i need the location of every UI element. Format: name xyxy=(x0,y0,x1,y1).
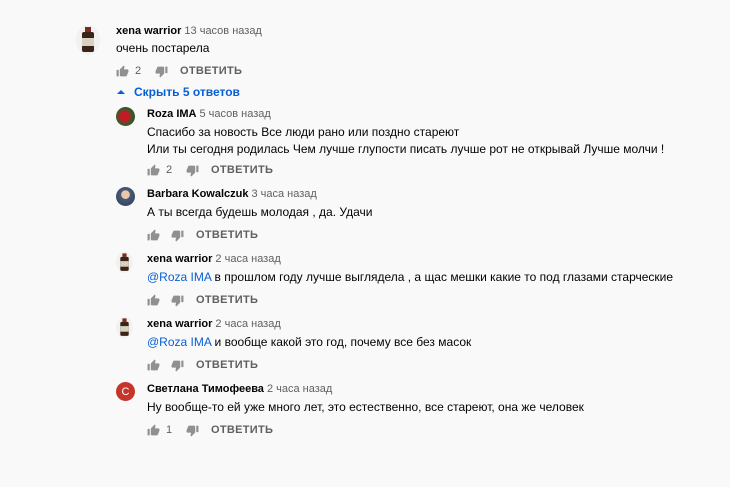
comment-text: @Roza IMA и вообще какой это год, почему… xyxy=(147,334,471,351)
comment-text: очень постарела xyxy=(116,40,209,57)
comment-actions: 2 ОТВЕТИТЬ xyxy=(147,162,273,178)
comment-time[interactable]: 13 часов назад xyxy=(184,25,261,37)
comment-header: xena warrior 13 часов назад xyxy=(116,25,262,37)
hide-replies-label: Скрыть 5 ответов xyxy=(134,85,240,99)
comment-line: Или ты сегодня родилась Чем лучше глупос… xyxy=(147,142,665,156)
thumbs-up-icon[interactable] xyxy=(116,65,129,78)
thumbs-up-icon[interactable] xyxy=(147,294,160,307)
reply-button[interactable]: ОТВЕТИТЬ xyxy=(211,424,273,436)
comment-author[interactable]: Barbara Kowalczuk xyxy=(147,188,248,200)
thumbs-up-icon[interactable] xyxy=(147,164,160,177)
comment-actions: 2 ОТВЕТИТЬ xyxy=(116,63,242,79)
letter-avatar[interactable]: С xyxy=(116,382,135,401)
caret-up-icon xyxy=(117,90,125,94)
like-count: 1 xyxy=(166,424,173,436)
thumbs-up-icon[interactable] xyxy=(147,229,160,242)
bottle-avatar[interactable] xyxy=(116,252,133,273)
thumbs-down-icon[interactable] xyxy=(186,424,199,437)
comment-actions: ОТВЕТИТЬ xyxy=(147,227,258,243)
comment-line: Спасибо за новость Все люди рано или поз… xyxy=(147,125,460,139)
hide-replies-toggle[interactable]: Скрыть 5 ответов xyxy=(116,85,240,99)
comment-header: Barbara Kowalczuk 3 часа назад xyxy=(147,188,317,200)
mention-link[interactable]: @Roza IMA xyxy=(147,270,211,284)
comment-time[interactable]: 2 часа назад xyxy=(215,253,280,265)
comment-header: xena warrior 2 часа назад xyxy=(147,318,281,330)
like-count: 2 xyxy=(166,164,173,176)
comment-actions: 1 ОТВЕТИТЬ xyxy=(147,422,273,438)
avatar-letter: С xyxy=(121,385,130,398)
comment-actions: ОТВЕТИТЬ xyxy=(147,357,258,373)
thumbs-down-icon[interactable] xyxy=(171,359,184,372)
comment-author[interactable]: xena warrior xyxy=(147,318,212,330)
bottle-icon xyxy=(120,318,129,336)
mention-link[interactable]: @Roza IMA xyxy=(147,335,211,349)
comment-line: Ну вообще-то ей уже много лет, это естес… xyxy=(147,400,584,414)
comment-text: Спасибо за новость Все люди рано или поз… xyxy=(147,124,664,158)
comment-author[interactable]: xena warrior xyxy=(116,25,181,37)
comment-time[interactable]: 3 часа назад xyxy=(251,188,316,200)
comment-time[interactable]: 2 часа назад xyxy=(215,318,280,330)
comment-time[interactable]: 5 часов назад xyxy=(200,108,271,120)
reply-button[interactable]: ОТВЕТИТЬ xyxy=(211,164,273,176)
rose-avatar[interactable] xyxy=(116,107,135,126)
reply-button[interactable]: ОТВЕТИТЬ xyxy=(180,65,242,77)
thumbs-down-icon[interactable] xyxy=(155,65,168,78)
reply-button[interactable]: ОТВЕТИТЬ xyxy=(196,359,258,371)
comment-text: @Roza IMA в прошлом году лучше выглядела… xyxy=(147,269,673,286)
comment-line: в прошлом году лучше выглядела , а щас м… xyxy=(211,270,674,284)
bottle-icon xyxy=(82,27,94,52)
bottle-icon xyxy=(120,253,129,271)
thumbs-down-icon[interactable] xyxy=(171,229,184,242)
comment-line: А ты всегда будешь молодая , да. Удачи xyxy=(147,205,373,219)
thumbs-up-icon[interactable] xyxy=(147,424,160,437)
comment-header: Светлана Тимофеева 2 часа назад xyxy=(147,383,332,395)
comment-text: Ну вообще-то ей уже много лет, это естес… xyxy=(147,399,584,416)
comment-header: Roza IMA 5 часов назад xyxy=(147,108,271,120)
reply-button[interactable]: ОТВЕТИТЬ xyxy=(196,294,258,306)
thumbs-down-icon[interactable] xyxy=(186,164,199,177)
bottle-avatar[interactable] xyxy=(76,25,100,55)
like-count: 2 xyxy=(135,65,142,77)
comment-time[interactable]: 2 часа назад xyxy=(267,383,332,395)
thumbs-down-icon[interactable] xyxy=(171,294,184,307)
comment-author[interactable]: Roza IMA xyxy=(147,108,197,120)
comment-line: и вообще какой это год, почему все без м… xyxy=(211,335,472,349)
comment-author[interactable]: Светлана Тимофеева xyxy=(147,383,264,395)
comment-author[interactable]: xena warrior xyxy=(147,253,212,265)
reply-button[interactable]: ОТВЕТИТЬ xyxy=(196,229,258,241)
comment-actions: ОТВЕТИТЬ xyxy=(147,292,258,308)
bottle-avatar[interactable] xyxy=(116,317,133,338)
comment-text: А ты всегда будешь молодая , да. Удачи xyxy=(147,204,372,221)
person-avatar[interactable] xyxy=(116,187,135,206)
comment-header: xena warrior 2 часа назад xyxy=(147,253,281,265)
comment-line: очень постарела xyxy=(116,41,210,55)
thumbs-up-icon[interactable] xyxy=(147,359,160,372)
